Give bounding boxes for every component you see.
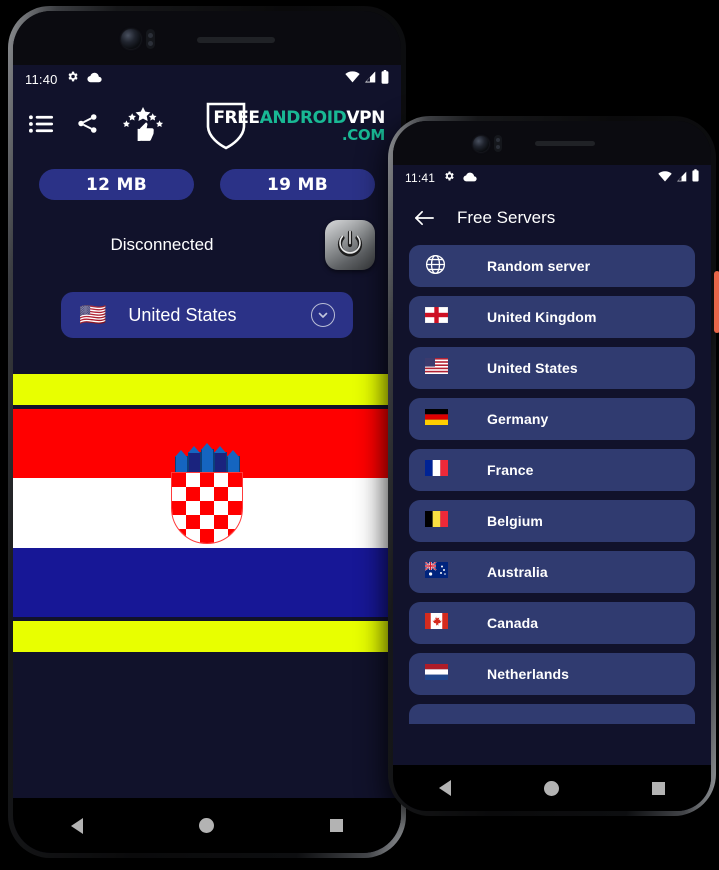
connection-row: Disconnected <box>13 220 401 270</box>
list-item-united-states[interactable]: United States <box>409 347 695 389</box>
phone2-screen: 11:41 Free Servers Random server United … <box>393 165 711 811</box>
selected-server-name: United States <box>128 304 237 325</box>
phone1-status-bar: 11:40 <box>13 65 401 93</box>
flag-icon-ca <box>425 613 453 633</box>
phone2-status-bar: 11:41 <box>393 165 711 191</box>
phone1-earpiece-speaker <box>197 37 275 43</box>
front-camera-icon <box>473 135 489 152</box>
phone1-camera-cluster <box>121 29 155 49</box>
power-toggle-button[interactable] <box>325 220 375 270</box>
list-item-australia[interactable]: Australia <box>409 551 695 593</box>
back-nav-icon[interactable] <box>71 817 83 834</box>
server-name: Netherlands <box>487 666 570 682</box>
list-item-france[interactable]: France <box>409 449 695 491</box>
proximity-sensor-icon <box>146 29 155 49</box>
phone-body: 11:40 FREEANDROIDVPN .COM 12 MB 19 MB Di… <box>13 11 401 853</box>
download-usage-pill: 12 MB <box>39 169 194 200</box>
phone2-side-button[interactable] <box>714 271 719 333</box>
front-camera-icon <box>121 29 141 49</box>
data-usage-row: 12 MB 19 MB <box>13 169 401 200</box>
flag-icon-de <box>425 409 453 429</box>
coat-of-arms-crown <box>171 443 243 473</box>
cloud-icon <box>463 169 477 187</box>
phone2-camera-cluster <box>473 135 502 152</box>
globe-icon <box>425 254 453 279</box>
list-item-netherlands[interactable]: Netherlands <box>409 653 695 695</box>
phone-device-primary: 11:40 FREEANDROIDVPN .COM 12 MB 19 MB Di… <box>8 6 406 858</box>
flag-icon-nl <box>425 664 453 684</box>
wifi-icon <box>345 70 360 88</box>
power-icon <box>337 230 363 257</box>
server-name: United States <box>487 360 578 376</box>
phone1-navigation-bar <box>13 798 401 853</box>
list-item-canada[interactable]: Canada <box>409 602 695 644</box>
list-item-united-kingdom[interactable]: United Kingdom <box>409 296 695 338</box>
flag-stripe-blue <box>13 547 401 617</box>
signal-icon <box>676 169 688 187</box>
page-title: Free Servers <box>457 208 556 227</box>
proximity-sensor-icon <box>494 135 502 152</box>
flag-icon-us: 🇺🇸 <box>79 302 107 327</box>
status-bar-time: 11:40 <box>25 71 58 87</box>
phone2-earpiece-speaker <box>535 141 595 146</box>
flag-icon-fr <box>425 460 453 480</box>
phone-device-secondary: 11:41 Free Servers Random server United … <box>388 116 719 816</box>
flag-icon-be <box>425 511 453 531</box>
flag-icon-uk <box>424 306 453 327</box>
gear-icon <box>443 169 455 187</box>
list-menu-icon[interactable] <box>29 114 54 139</box>
checkerboard-shield <box>171 472 243 544</box>
rate-stars-thumbsup-icon[interactable] <box>121 106 165 146</box>
signal-icon <box>364 70 377 88</box>
banner-accent-bar-bottom <box>13 621 401 652</box>
logo-vpn: VPN <box>346 107 385 128</box>
server-name: Australia <box>487 564 548 580</box>
list-item-belgium[interactable]: Belgium <box>409 500 695 542</box>
flag-icon-us <box>425 358 453 378</box>
screenshot-stage: 11:40 FREEANDROIDVPN .COM 12 MB 19 MB Di… <box>0 0 719 870</box>
flag-icon-au <box>424 561 453 582</box>
arrow-back-icon[interactable] <box>413 207 435 229</box>
server-name: France <box>487 462 534 478</box>
battery-icon <box>381 69 389 89</box>
checkerboard-pattern <box>172 473 242 543</box>
phone1-screen: 11:40 FREEANDROIDVPN .COM 12 MB 19 MB Di… <box>13 65 401 853</box>
list-item-germany[interactable]: Germany <box>409 398 695 440</box>
server-selector-wrap: 🇺🇸 United States <box>13 292 401 338</box>
phone-body: 11:41 Free Servers Random server United … <box>393 121 711 811</box>
recents-nav-icon[interactable] <box>651 781 665 795</box>
server-name: Random server <box>487 258 591 274</box>
recents-nav-icon[interactable] <box>330 819 343 832</box>
server-name: United Kingdom <box>487 309 597 325</box>
chevron-down-icon[interactable] <box>311 303 335 327</box>
home-nav-icon[interactable] <box>543 780 559 796</box>
server-selector[interactable]: 🇺🇸 United States <box>61 292 353 338</box>
server-name: Canada <box>487 615 539 631</box>
croatia-coat-of-arms <box>171 443 243 544</box>
server-name: Germany <box>487 411 549 427</box>
home-nav-icon[interactable] <box>199 818 214 833</box>
logo-android: ANDROID <box>259 107 347 128</box>
list-item-partial-next[interactable] <box>409 704 695 724</box>
status-bar-time: 11:41 <box>405 171 436 185</box>
phone1-app-toolbar: FREEANDROIDVPN .COM <box>13 93 401 159</box>
croatia-flag-image <box>13 409 401 617</box>
battery-icon <box>692 169 699 187</box>
gear-icon <box>66 70 79 88</box>
cloud-icon <box>86 70 102 88</box>
phone2-app-bar: Free Servers <box>393 191 711 245</box>
share-icon[interactable] <box>76 112 99 140</box>
phone2-navigation-bar <box>393 765 711 811</box>
brand-logo: FREEANDROIDVPN .COM <box>205 101 385 151</box>
list-item-random-server[interactable]: Random server <box>409 245 695 287</box>
server-list: Random server United Kingdom United Stat… <box>393 245 711 724</box>
shield-icon <box>205 101 247 151</box>
promo-flag-banner[interactable] <box>13 374 401 652</box>
banner-accent-bar-top <box>13 374 401 405</box>
upload-usage-pill: 19 MB <box>220 169 375 200</box>
wifi-icon <box>658 169 672 187</box>
back-nav-icon[interactable] <box>439 780 452 796</box>
connection-status-text: Disconnected <box>110 235 214 254</box>
server-name: Belgium <box>487 513 543 529</box>
